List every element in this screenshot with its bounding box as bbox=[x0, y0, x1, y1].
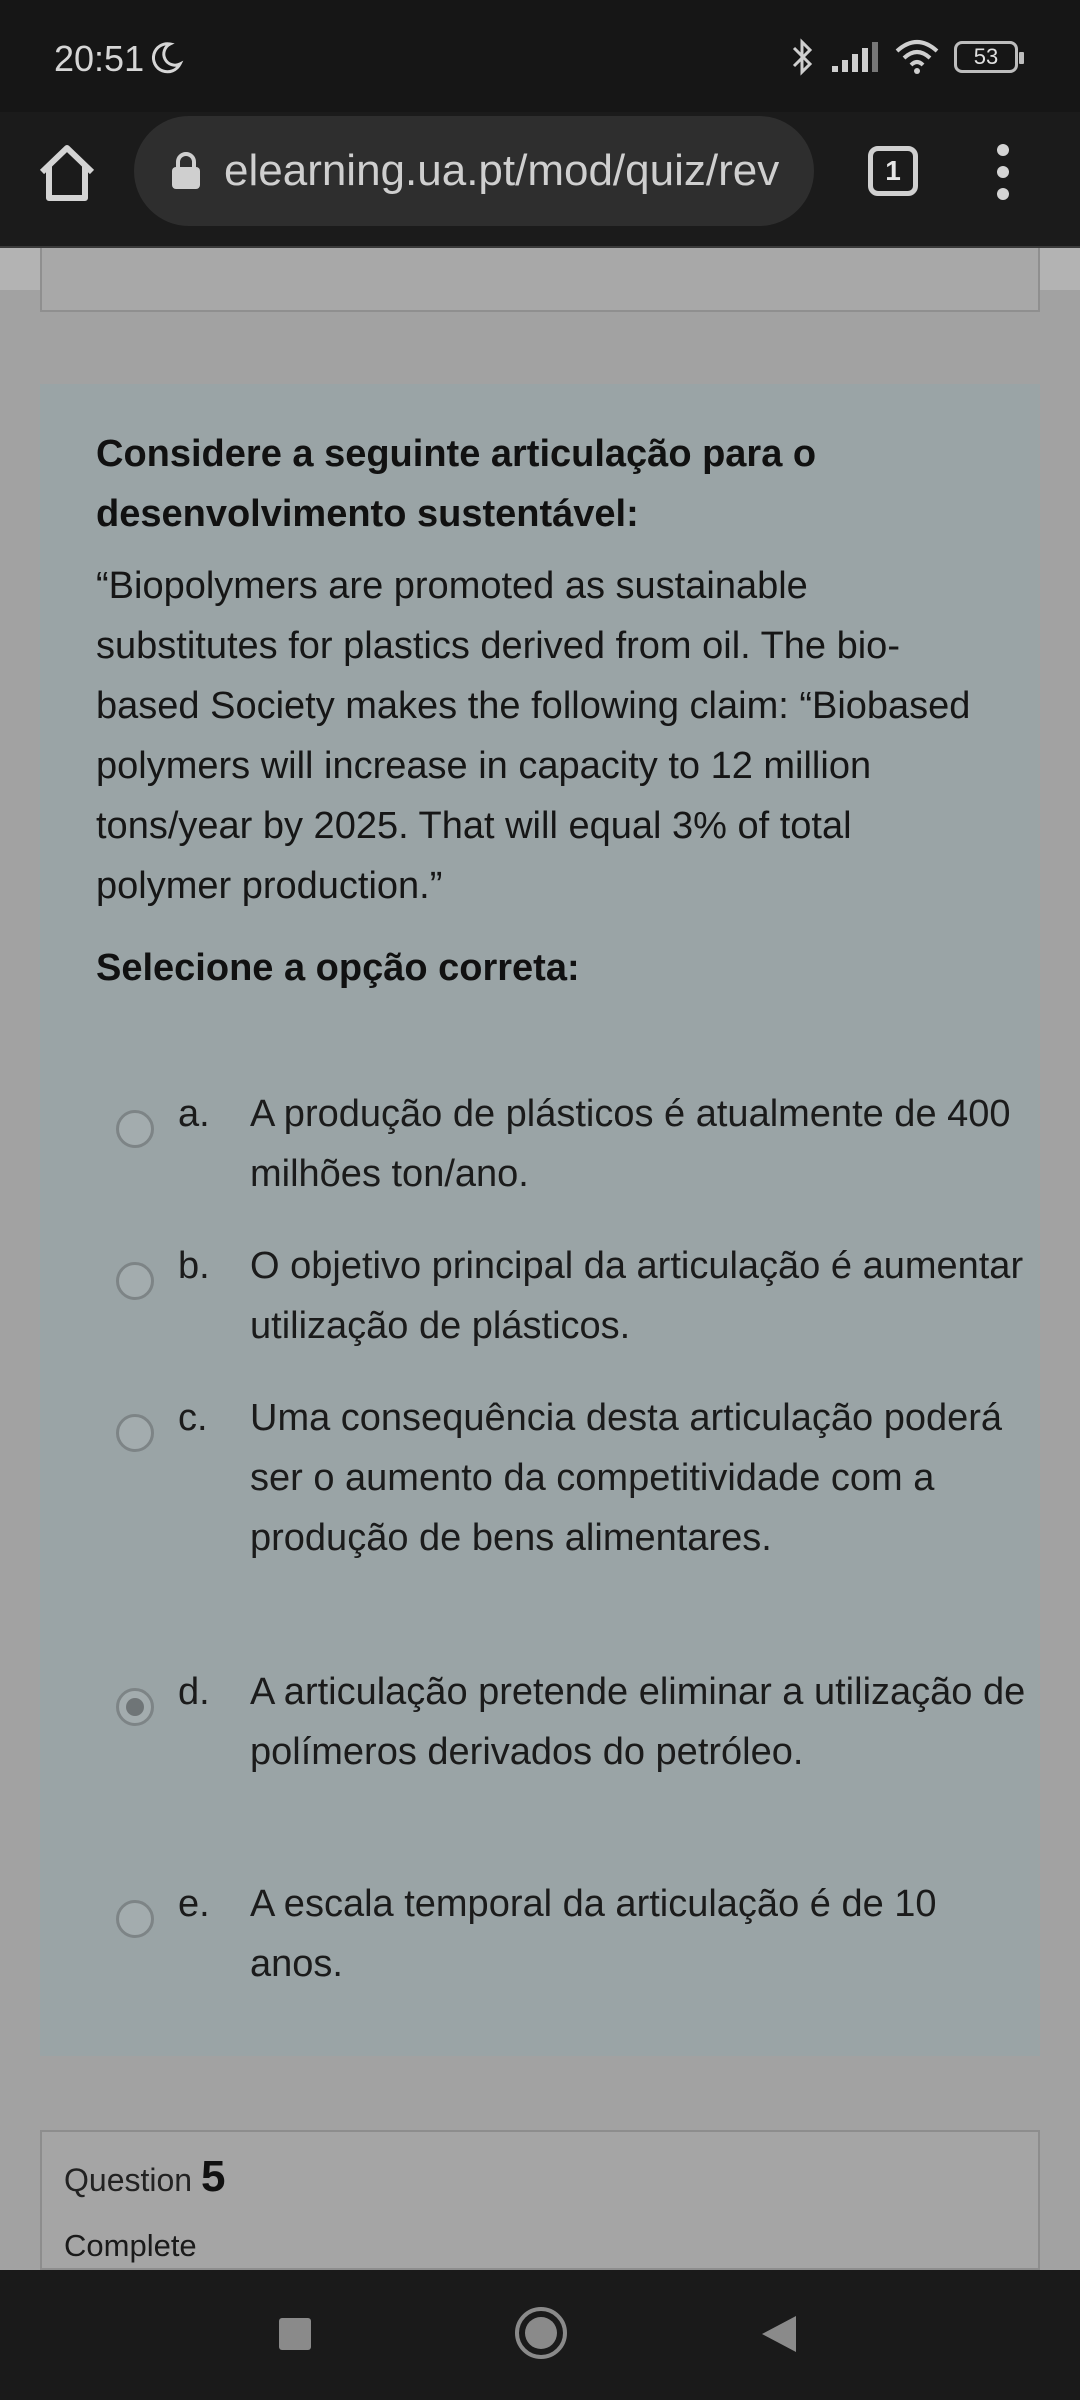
answer-option-b[interactable]: b. O objetivo principal da articulação é… bbox=[40, 1236, 1040, 1356]
question-card: Considere a seguinte articulação para o … bbox=[40, 384, 1040, 2056]
battery-level: 53 bbox=[973, 44, 999, 69]
question-body: “Biopolymers are promoted as sustainable… bbox=[96, 565, 971, 907]
signal-icon bbox=[832, 42, 878, 72]
option-letter: d. bbox=[178, 1671, 210, 1713]
option-text: A articulação pretende eliminar a utiliz… bbox=[250, 1671, 1026, 1773]
wifi-icon bbox=[895, 40, 939, 74]
status-icons: 53 bbox=[790, 38, 1024, 76]
question-number-label: Question 5 bbox=[64, 2152, 225, 2202]
moon-icon bbox=[151, 42, 184, 74]
status-bar: 20:51 53 bbox=[0, 0, 1080, 112]
radio-button[interactable] bbox=[116, 1900, 154, 1938]
home-icon[interactable] bbox=[36, 142, 98, 204]
answer-option-d[interactable]: d. A articulação pretende eliminar a uti… bbox=[40, 1662, 1040, 1842]
previous-question-card bbox=[40, 248, 1040, 312]
option-text: A escala temporal da articulação é de 10… bbox=[250, 1883, 937, 1985]
answer-option-c[interactable]: c. Uma consequência desta articulação po… bbox=[40, 1388, 1040, 1628]
browser-toolbar: elearning.ua.pt/mod/quiz/rev 1 bbox=[0, 112, 1080, 248]
tab-switcher-button[interactable]: 1 bbox=[868, 146, 918, 196]
system-nav-bar bbox=[0, 2270, 1080, 2400]
status-time: 20:51 bbox=[54, 38, 145, 79]
radio-button[interactable] bbox=[116, 1110, 154, 1148]
back-triangle-icon[interactable] bbox=[760, 2314, 798, 2354]
option-letter: a. bbox=[178, 1093, 210, 1135]
select-label: Selecione a opção correta: bbox=[96, 947, 580, 989]
radio-button[interactable] bbox=[116, 1262, 154, 1300]
answer-option-a[interactable]: a. A produção de plásticos é atualmente … bbox=[40, 1084, 1040, 1204]
more-vert-icon[interactable] bbox=[990, 142, 1016, 202]
answer-option-e[interactable]: e. A escala temporal da articulação é de… bbox=[40, 1874, 1040, 1994]
next-question-card: Question 5 Complete bbox=[40, 2130, 1040, 2270]
url-text: elearning.ua.pt/mod/quiz/rev bbox=[224, 146, 780, 195]
option-letter: b. bbox=[178, 1245, 210, 1287]
question-word: Question bbox=[64, 2162, 193, 2198]
tab-count: 1 bbox=[885, 155, 901, 186]
question-title: Considere a seguinte articulação para o … bbox=[96, 433, 817, 535]
question-number: 5 bbox=[200, 2152, 226, 2201]
bluetooth-icon bbox=[792, 38, 813, 76]
lock-icon bbox=[172, 152, 200, 189]
address-bar[interactable]: elearning.ua.pt/mod/quiz/rev bbox=[134, 116, 814, 226]
question-status: Complete bbox=[64, 2228, 197, 2263]
option-text: A produção de plásticos é atualmente de … bbox=[250, 1093, 1011, 1195]
battery-icon: 53 bbox=[954, 41, 1024, 73]
radio-button[interactable] bbox=[116, 1414, 154, 1452]
option-text: Uma consequência desta articulação poder… bbox=[250, 1397, 1003, 1559]
option-letter: e. bbox=[178, 1883, 210, 1925]
recents-square-icon[interactable] bbox=[278, 2317, 312, 2351]
option-text: O objetivo principal da articulação é au… bbox=[250, 1245, 1024, 1347]
option-letter: c. bbox=[178, 1397, 208, 1439]
radio-button-selected[interactable] bbox=[116, 1688, 154, 1726]
home-circle-icon[interactable] bbox=[514, 2306, 568, 2360]
